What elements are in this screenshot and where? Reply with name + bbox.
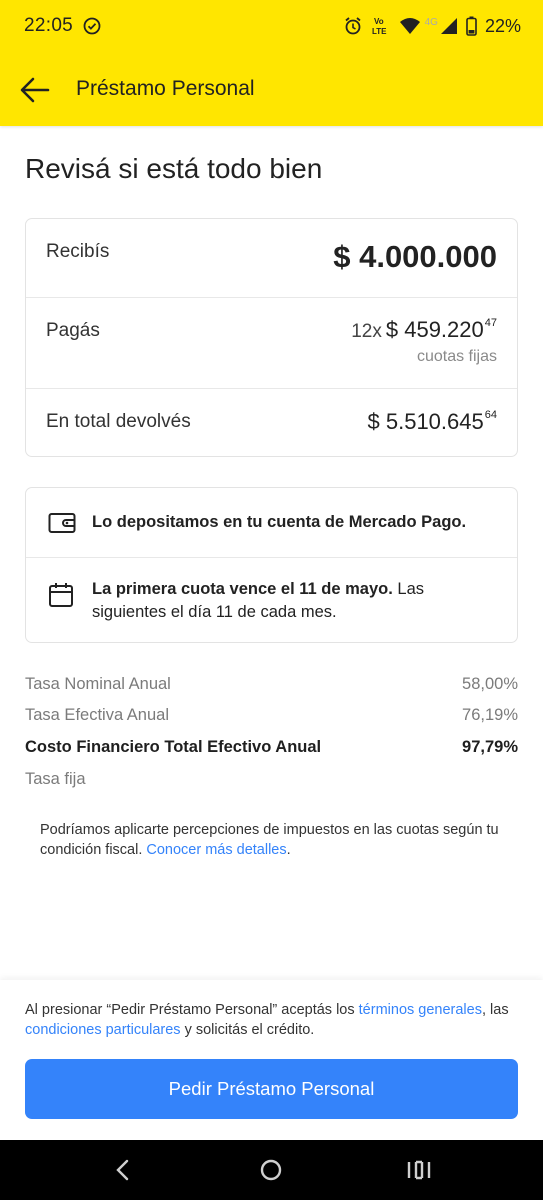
wifi-icon [399, 18, 420, 34]
rate-row-cftea: Costo Financiero Total Efectivo Anual 97… [25, 738, 518, 757]
installment-count: 12x [351, 321, 382, 342]
page-title: Revisá si está todo bien [25, 153, 323, 184]
terms-text-1: Al presionar “Pedir Préstamo Personal” a… [25, 1002, 359, 1018]
rate-label: Tasa Nominal Anual [25, 675, 171, 693]
fiscal-notice: Podríamos aplicarte percepciones de impu… [40, 820, 510, 860]
system-nav-bar [0, 1140, 543, 1200]
more-details-link[interactable]: Conocer más detalles [146, 842, 286, 858]
wallet-icon [48, 513, 76, 533]
deposit-text: Lo depositamos en tu cuenta de Mercado P… [92, 513, 467, 531]
receive-amount: $ 4.000.000 [333, 239, 497, 274]
rate-row-tea: Tasa Efectiva Anual 76,19% [25, 706, 518, 725]
installment-cents: 47 [484, 317, 497, 329]
status-icons: Vo LTE 4G 22% [343, 15, 521, 37]
pay-label: Pagás [46, 320, 100, 341]
terms-text-3: y solicitás el crédito. [180, 1022, 315, 1038]
nav-home-icon[interactable] [259, 1158, 283, 1182]
due-date-row: La primera cuota vence el 11 de mayo. La… [26, 558, 517, 644]
rate-label: Tasa Efectiva Anual [25, 706, 170, 724]
app-header: 22:05 Vo LTE 4G 22% Préstamo Personal [0, 0, 543, 126]
receive-label: Recibís [46, 241, 110, 262]
rate-row-tna: Tasa Nominal Anual 58,00% [25, 675, 518, 694]
due-date-bold: La primera cuota vence el 11 de mayo. [92, 580, 393, 598]
nav-recents-icon[interactable] [406, 1158, 432, 1182]
pay-row: Pagás 12x $ 459.22047 cuotas fijas [26, 298, 517, 389]
due-date-text: La primera cuota vence el 11 de mayo. La… [92, 578, 497, 624]
installment-type: cuotas fijas [416, 348, 497, 365]
rate-value: 58,00% [462, 675, 518, 693]
total-cents: 64 [484, 409, 497, 421]
svg-text:Vo: Vo [374, 17, 384, 26]
rate-value: 76,19% [462, 706, 518, 724]
svg-text:LTE: LTE [372, 27, 387, 36]
bottom-action-area: Al presionar “Pedir Préstamo Personal” a… [0, 980, 543, 1140]
installment-value: $ 459.220 [385, 317, 484, 342]
status-bar: 22:05 Vo LTE 4G 22% [0, 0, 543, 56]
total-row: En total devolvés $ 5.510.64564 [26, 389, 517, 458]
check-circle-icon [83, 17, 101, 35]
volte-icon: Vo LTE [372, 17, 387, 36]
header-title: Préstamo Personal [76, 77, 255, 100]
deposit-row: Lo depositamos en tu cuenta de Mercado P… [26, 488, 517, 558]
total-label: En total devolvés [46, 411, 191, 432]
nav-back-icon[interactable] [112, 1158, 134, 1182]
total-value: $ 5.510.645 [367, 409, 484, 434]
battery-percent: 22% [484, 15, 521, 36]
fixed-rate-label: Tasa fija [25, 770, 86, 788]
signal-icon [440, 18, 457, 34]
particular-conditions-link[interactable]: condiciones particulares [25, 1022, 181, 1038]
receive-row: Recibís $ 4.000.000 [26, 219, 517, 298]
total-amount: $ 5.510.64564 [368, 409, 497, 435]
terms-notice: Al presionar “Pedir Préstamo Personal” a… [25, 1000, 517, 1040]
calendar-icon [49, 583, 73, 607]
rate-value: 97,79% [462, 738, 518, 756]
alarm-icon [345, 17, 361, 35]
status-time: 22:05 [24, 15, 74, 36]
back-arrow-icon[interactable] [18, 74, 52, 106]
loan-info-card: Lo depositamos en tu cuenta de Mercado P… [25, 487, 518, 643]
general-terms-link[interactable]: términos generales [359, 1002, 482, 1018]
battery-icon [466, 16, 477, 36]
fiscal-end: . [286, 842, 291, 858]
rate-label: Costo Financiero Total Efectivo Anual [25, 738, 322, 756]
network-type: 4G [424, 16, 438, 28]
terms-text-2: , las [481, 1002, 509, 1018]
request-loan-button[interactable]: Pedir Préstamo Personal [25, 1059, 518, 1119]
loan-summary-card: Recibís $ 4.000.000 Pagás 12x $ 459.22047… [25, 218, 518, 457]
pay-amount: 12x $ 459.22047 [351, 317, 497, 343]
